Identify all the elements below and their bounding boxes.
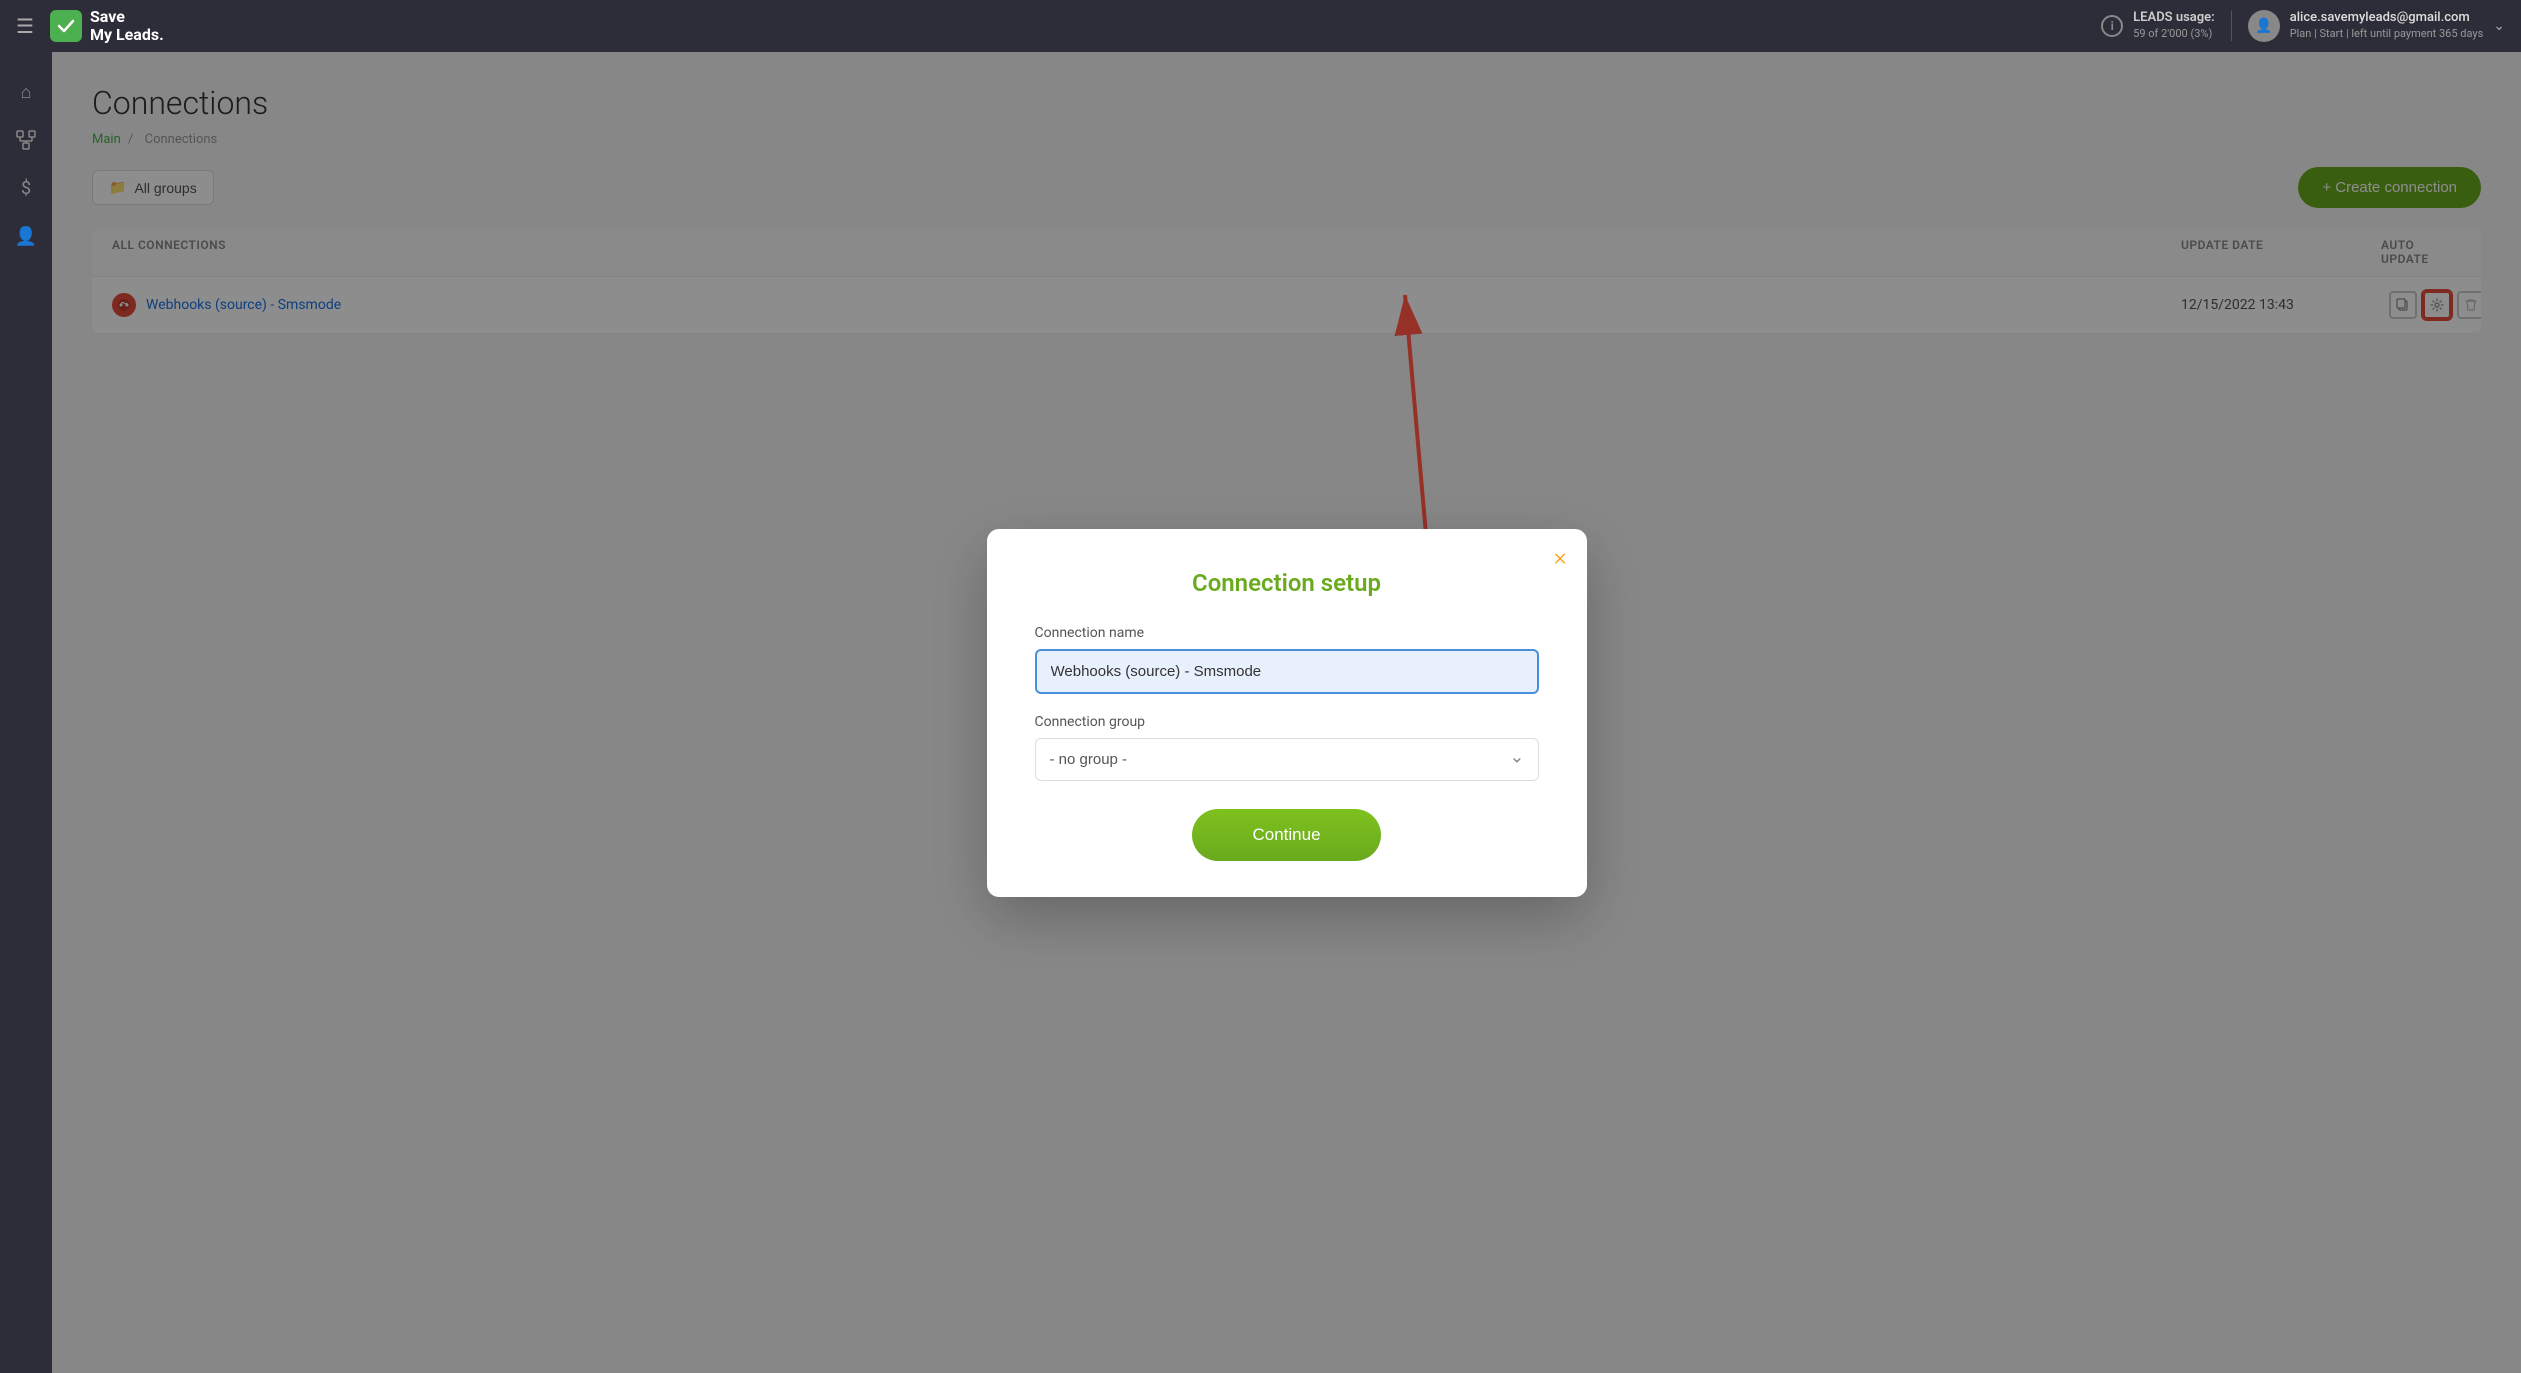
avatar: 👤 — [2248, 10, 2280, 42]
user-menu-chevron-icon: ⌄ — [2493, 18, 2505, 34]
sidebar-item-connections[interactable] — [6, 120, 46, 160]
user-menu[interactable]: 👤 alice.savemyleads@gmail.com Plan | Sta… — [2248, 10, 2505, 42]
logo-text: Save My Leads. — [90, 8, 164, 43]
sidebar-item-profile[interactable]: 👤 — [6, 216, 46, 256]
connection-group-select[interactable]: - no group - — [1035, 738, 1539, 781]
connection-group-select-wrapper: - no group - — [1035, 738, 1539, 781]
continue-button[interactable]: Continue — [1192, 809, 1380, 861]
modal-close-button[interactable]: × — [1554, 545, 1567, 569]
modal-overlay: × Connection setup Connection name Conne… — [52, 52, 2521, 1373]
sidebar-item-home[interactable]: ⌂ — [6, 72, 46, 112]
info-icon: i — [2101, 15, 2123, 37]
user-info: alice.savemyleads@gmail.com Plan | Start… — [2290, 10, 2484, 41]
leads-text: LEADS usage: 59 of 2'000 (3%) — [2133, 10, 2215, 41]
hamburger-icon[interactable]: ☰ — [16, 14, 34, 38]
connection-name-group: Connection name — [1035, 625, 1539, 694]
sidebar-item-billing[interactable]: $ — [6, 168, 46, 208]
connection-name-label: Connection name — [1035, 625, 1539, 641]
leads-usage: i LEADS usage: 59 of 2'000 (3%) — [2101, 10, 2215, 41]
logo-icon — [50, 10, 82, 42]
connection-group-label: Connection group — [1035, 714, 1539, 730]
modal-title: Connection setup — [1035, 569, 1539, 597]
connection-name-input[interactable] — [1035, 649, 1539, 694]
connection-group-group: Connection group - no group - — [1035, 714, 1539, 781]
nav-divider — [2231, 11, 2232, 41]
connection-setup-modal: × Connection setup Connection name Conne… — [987, 529, 1587, 897]
sidebar: ⌂ $ 👤 — [0, 52, 52, 1373]
topnav: ☰ Save My Leads. i LEADS usage: 59 of 2'… — [0, 0, 2521, 52]
logo: Save My Leads. — [50, 8, 164, 43]
